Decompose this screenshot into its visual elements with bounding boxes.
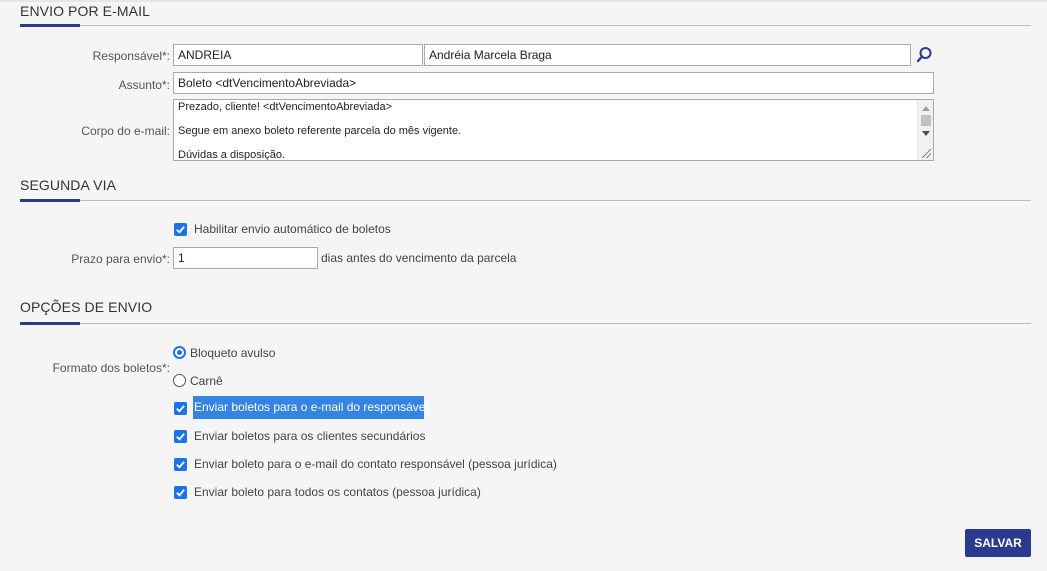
checkmark-icon [176, 433, 185, 441]
checkbox-contato-responsavel[interactable] [174, 458, 187, 471]
scroll-thumb[interactable] [921, 115, 931, 126]
resize-grip-icon[interactable] [922, 149, 931, 158]
checkbox-todos-contatos-label: Enviar boleto para todos os contatos (pe… [194, 485, 481, 499]
save-button[interactable]: SALVAR [965, 529, 1031, 557]
corpo-line: Prezado, cliente! <dtVencimentoAbreviada… [178, 101, 393, 113]
prazo-input[interactable]: 1 [173, 247, 318, 269]
formato-label: Formato dos boletos*: [52, 361, 170, 375]
checkmark-icon [176, 489, 185, 497]
scroll-up-arrow-icon[interactable] [922, 106, 930, 111]
checkbox-email-responsavel-label: Enviar boletos para o e-mail do responsá… [193, 396, 428, 419]
checkbox-contato-responsavel-label: Enviar boleto para o e-mail do contato r… [194, 457, 557, 471]
responsavel-code-input[interactable]: ANDREIA [173, 44, 423, 66]
scroll-down-arrow-icon[interactable] [922, 131, 930, 136]
checkbox-clientes-secundarios-label: Enviar boletos para os clientes secundár… [194, 429, 426, 443]
corpo-textarea[interactable]: Prezado, cliente! <dtVencimentoAbreviada… [173, 99, 934, 161]
section-accent [20, 199, 80, 202]
checkmark-icon [176, 405, 185, 413]
checkmark-icon [176, 461, 185, 469]
habilitar-envio-label: Habilitar envio automático de boletos [194, 222, 391, 236]
radio-bloqueto-avulso[interactable] [173, 346, 186, 359]
section-title-opcoes: OPÇÕES DE ENVIO [20, 299, 153, 315]
prazo-suffix: dias antes do vencimento da parcela [321, 251, 517, 265]
responsavel-label: Responsável*: [92, 49, 170, 63]
assunto-input[interactable]: Boleto <dtVencimentoAbreviada> [173, 72, 934, 94]
habilitar-envio-checkbox[interactable] [174, 223, 187, 236]
corpo-label: Corpo do e-mail: [81, 124, 170, 138]
prazo-label: Prazo para envio*: [71, 252, 170, 266]
checkbox-todos-contatos[interactable] [174, 486, 187, 499]
radio-carne-label: Carnê [190, 374, 223, 388]
checkbox-email-responsavel[interactable] [174, 402, 187, 415]
responsavel-name-input[interactable]: Andréia Marcela Braga [424, 44, 911, 66]
section-accent [20, 24, 80, 27]
section-title-email: ENVIO POR E-MAIL [20, 3, 150, 19]
section-title-segunda-via: SEGUNDA VIA [20, 177, 117, 193]
radio-bloqueto-avulso-label: Bloqueto avulso [190, 346, 276, 360]
checkbox-clientes-secundarios[interactable] [174, 430, 187, 443]
search-icon[interactable] [914, 45, 934, 65]
radio-carne[interactable] [173, 374, 186, 387]
assunto-label: Assunto*: [118, 78, 170, 92]
corpo-line: Segue em anexo boleto referente parcela … [178, 125, 462, 137]
section-divider [20, 200, 1031, 201]
corpo-line: Dúvidas a disposição. [178, 149, 286, 161]
top-shadow [0, 0, 1047, 2]
section-accent [20, 322, 80, 325]
section-divider [20, 323, 1031, 324]
section-divider [20, 25, 1031, 26]
checkmark-icon [176, 226, 185, 234]
